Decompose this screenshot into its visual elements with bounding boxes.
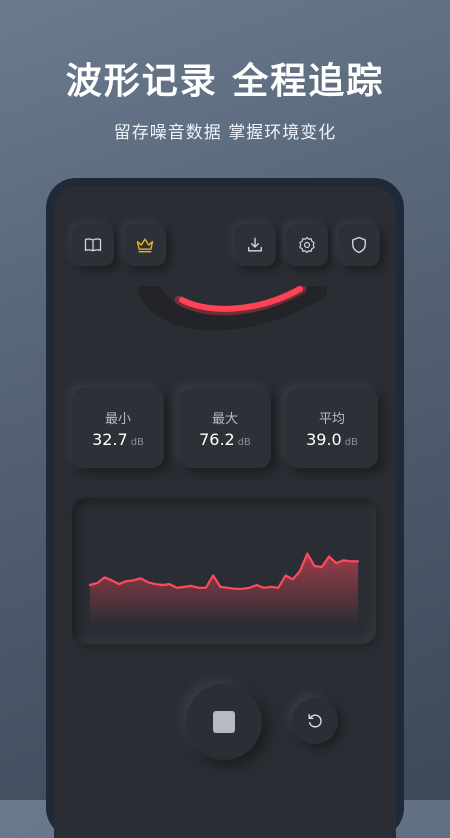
- waveform-panel: [72, 498, 376, 644]
- min-stat-card: 最小 32.7 dB: [72, 388, 164, 468]
- stop-button[interactable]: [186, 684, 262, 760]
- min-value: 32.7: [92, 430, 128, 449]
- reset-icon: [308, 714, 322, 728]
- reset-button[interactable]: [292, 698, 338, 744]
- max-unit: dB: [237, 437, 251, 448]
- settings-button[interactable]: [286, 224, 328, 266]
- stop-icon: [213, 711, 235, 733]
- max-stat-card: 最大 76.2 dB: [179, 388, 271, 468]
- shield-icon: [352, 236, 366, 254]
- app-screen: 最小 32.7 dB 最大 76.2 dB 平均 39.0 dB: [54, 186, 396, 838]
- min-unit: dB: [130, 437, 144, 448]
- waveform-chart: [88, 552, 360, 623]
- download-icon: [248, 237, 262, 252]
- gear-icon: [299, 236, 315, 254]
- privacy-button[interactable]: [338, 224, 380, 266]
- promo-subline: 留存噪音数据 掌握环境变化: [113, 123, 337, 143]
- export-button[interactable]: [234, 224, 276, 266]
- avg-value: 39.0: [306, 430, 342, 449]
- promo-headline: 波形记录 全程追踪: [65, 61, 385, 102]
- book-icon: [84, 238, 102, 252]
- guide-button[interactable]: [72, 224, 114, 266]
- vip-button[interactable]: [124, 224, 166, 266]
- avg-unit: dB: [344, 437, 358, 448]
- avg-stat-card: 平均 39.0 dB: [286, 388, 378, 468]
- crown-icon: [136, 238, 154, 253]
- avg-label: 平均: [318, 412, 345, 427]
- decibel-gauge: [138, 286, 327, 331]
- min-label: 最小: [104, 412, 131, 427]
- max-value: 76.2: [199, 430, 235, 449]
- max-label: 最大: [211, 412, 238, 427]
- phone-frame: 最小 32.7 dB 最大 76.2 dB 平均 39.0 dB: [46, 178, 404, 838]
